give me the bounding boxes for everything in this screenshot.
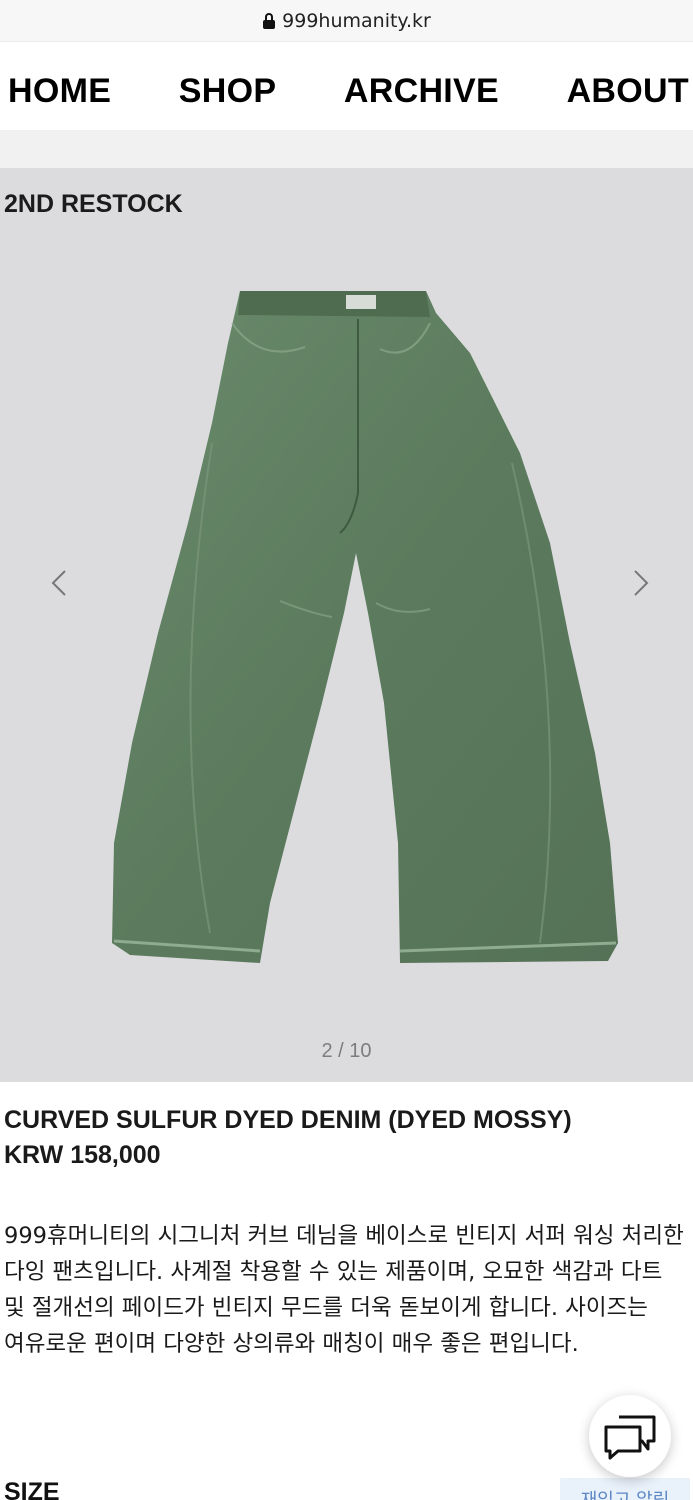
- nav-home[interactable]: HOME: [8, 72, 111, 111]
- chat-button[interactable]: [589, 1395, 671, 1477]
- size-label: SIZE: [4, 1478, 60, 1500]
- main-nav: HOME SHOP ARCHIVE ABOUT: [0, 52, 693, 130]
- chevron-left-icon[interactable]: [46, 568, 76, 598]
- nav-about[interactable]: ABOUT: [567, 72, 689, 111]
- lock-icon: [262, 12, 276, 30]
- restock-badge: 2ND RESTOCK: [4, 190, 183, 218]
- chevron-right-icon[interactable]: [626, 568, 656, 598]
- product-description: 999휴머니티의 시그니처 커브 데님을 베이스로 빈티지 서퍼 워싱 처리한 …: [4, 1223, 684, 1357]
- product-image: [112, 291, 618, 963]
- image-counter: 2 / 10: [321, 1040, 372, 1062]
- nav-shop[interactable]: SHOP: [179, 72, 277, 111]
- restock-alert-button[interactable]: 재입고 알림: [560, 1478, 690, 1500]
- browser-address-bar[interactable]: 999humanity.kr: [0, 0, 693, 42]
- product-image-gallery[interactable]: 2ND RESTOCK 2 / 10: [0, 168, 693, 1082]
- nav-archive[interactable]: ARCHIVE: [344, 72, 499, 111]
- chat-icon: [604, 1415, 656, 1460]
- product-price: KRW 158,000: [4, 1141, 161, 1169]
- url-text: 999humanity.kr: [282, 9, 431, 32]
- product-title: CURVED SULFUR DYED DENIM (DYED MOSSY): [4, 1106, 572, 1134]
- header-divider-band: [0, 130, 693, 168]
